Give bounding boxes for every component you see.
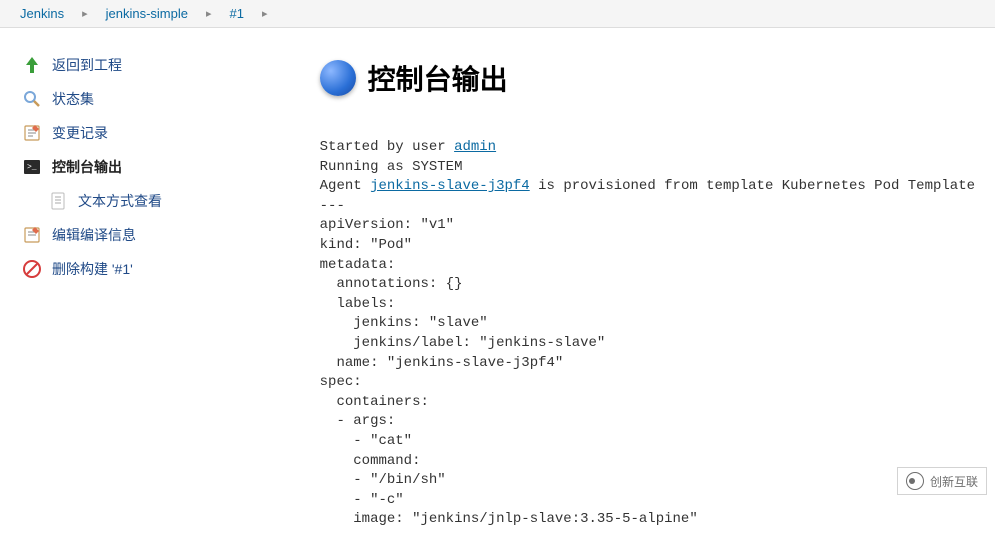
sidebar-item-changes[interactable]: 变更记录 — [18, 116, 270, 150]
console-text: is provisioned from template Kubernetes … — [530, 178, 975, 194]
sidebar-item-label: 返回到工程 — [52, 55, 122, 75]
watermark-logo-icon — [906, 472, 924, 490]
chevron-right-icon: ▸ — [196, 7, 222, 20]
console-text: Running as SYSTEM — [320, 159, 463, 175]
sidebar-item-delete[interactable]: 删除构建 '#1' — [18, 252, 270, 286]
arrow-up-icon — [22, 55, 42, 75]
document-icon — [48, 191, 68, 211]
user-link[interactable]: admin — [454, 139, 496, 155]
notepad-icon — [22, 123, 42, 143]
breadcrumb-build[interactable]: #1 — [230, 6, 244, 21]
console-yaml: --- apiVersion: "v1" kind: "Pod" metadat… — [320, 198, 698, 528]
sidebar: 返回到工程 状态集 变更记录 >_ 控制台输出 文本方式查看 — [0, 28, 280, 540]
breadcrumb: Jenkins ▸ jenkins-simple ▸ #1 ▸ — [0, 0, 995, 28]
status-orb-icon — [320, 60, 356, 96]
sidebar-item-label: 变更记录 — [52, 123, 108, 143]
sidebar-item-plaintext[interactable]: 文本方式查看 — [18, 184, 270, 218]
sidebar-item-label: 状态集 — [52, 89, 94, 109]
console-text: Agent — [320, 178, 370, 194]
page-title: 控制台输出 — [368, 58, 508, 98]
magnifier-icon — [22, 89, 42, 109]
breadcrumb-jenkins[interactable]: Jenkins — [20, 6, 64, 21]
terminal-icon: >_ — [22, 157, 42, 177]
agent-link[interactable]: jenkins-slave-j3pf4 — [370, 178, 530, 194]
chevron-right-icon: ▸ — [252, 7, 278, 20]
console-output: Started by user admin Running as SYSTEM … — [320, 138, 975, 530]
breadcrumb-project[interactable]: jenkins-simple — [106, 6, 188, 21]
sidebar-item-status[interactable]: 状态集 — [18, 82, 270, 116]
main-content: 控制台输出 Started by user admin Running as S… — [280, 28, 995, 540]
console-text: Started by user — [320, 139, 454, 155]
page-header: 控制台输出 — [320, 58, 975, 98]
sidebar-item-label: 编辑编译信息 — [52, 225, 136, 245]
sidebar-item-label: 删除构建 '#1' — [52, 259, 133, 279]
sidebar-item-label: 文本方式查看 — [78, 191, 162, 211]
sidebar-item-console[interactable]: >_ 控制台输出 — [18, 150, 270, 184]
sidebar-item-label: 控制台输出 — [52, 157, 122, 177]
watermark-text: 创新互联 — [930, 473, 978, 490]
watermark: 创新互联 — [897, 467, 987, 495]
chevron-right-icon: ▸ — [72, 7, 98, 20]
sidebar-item-edit[interactable]: 编辑编译信息 — [18, 218, 270, 252]
notepad-edit-icon — [22, 225, 42, 245]
delete-icon — [22, 259, 42, 279]
sidebar-item-back[interactable]: 返回到工程 — [18, 48, 270, 82]
svg-text:>_: >_ — [27, 163, 37, 172]
